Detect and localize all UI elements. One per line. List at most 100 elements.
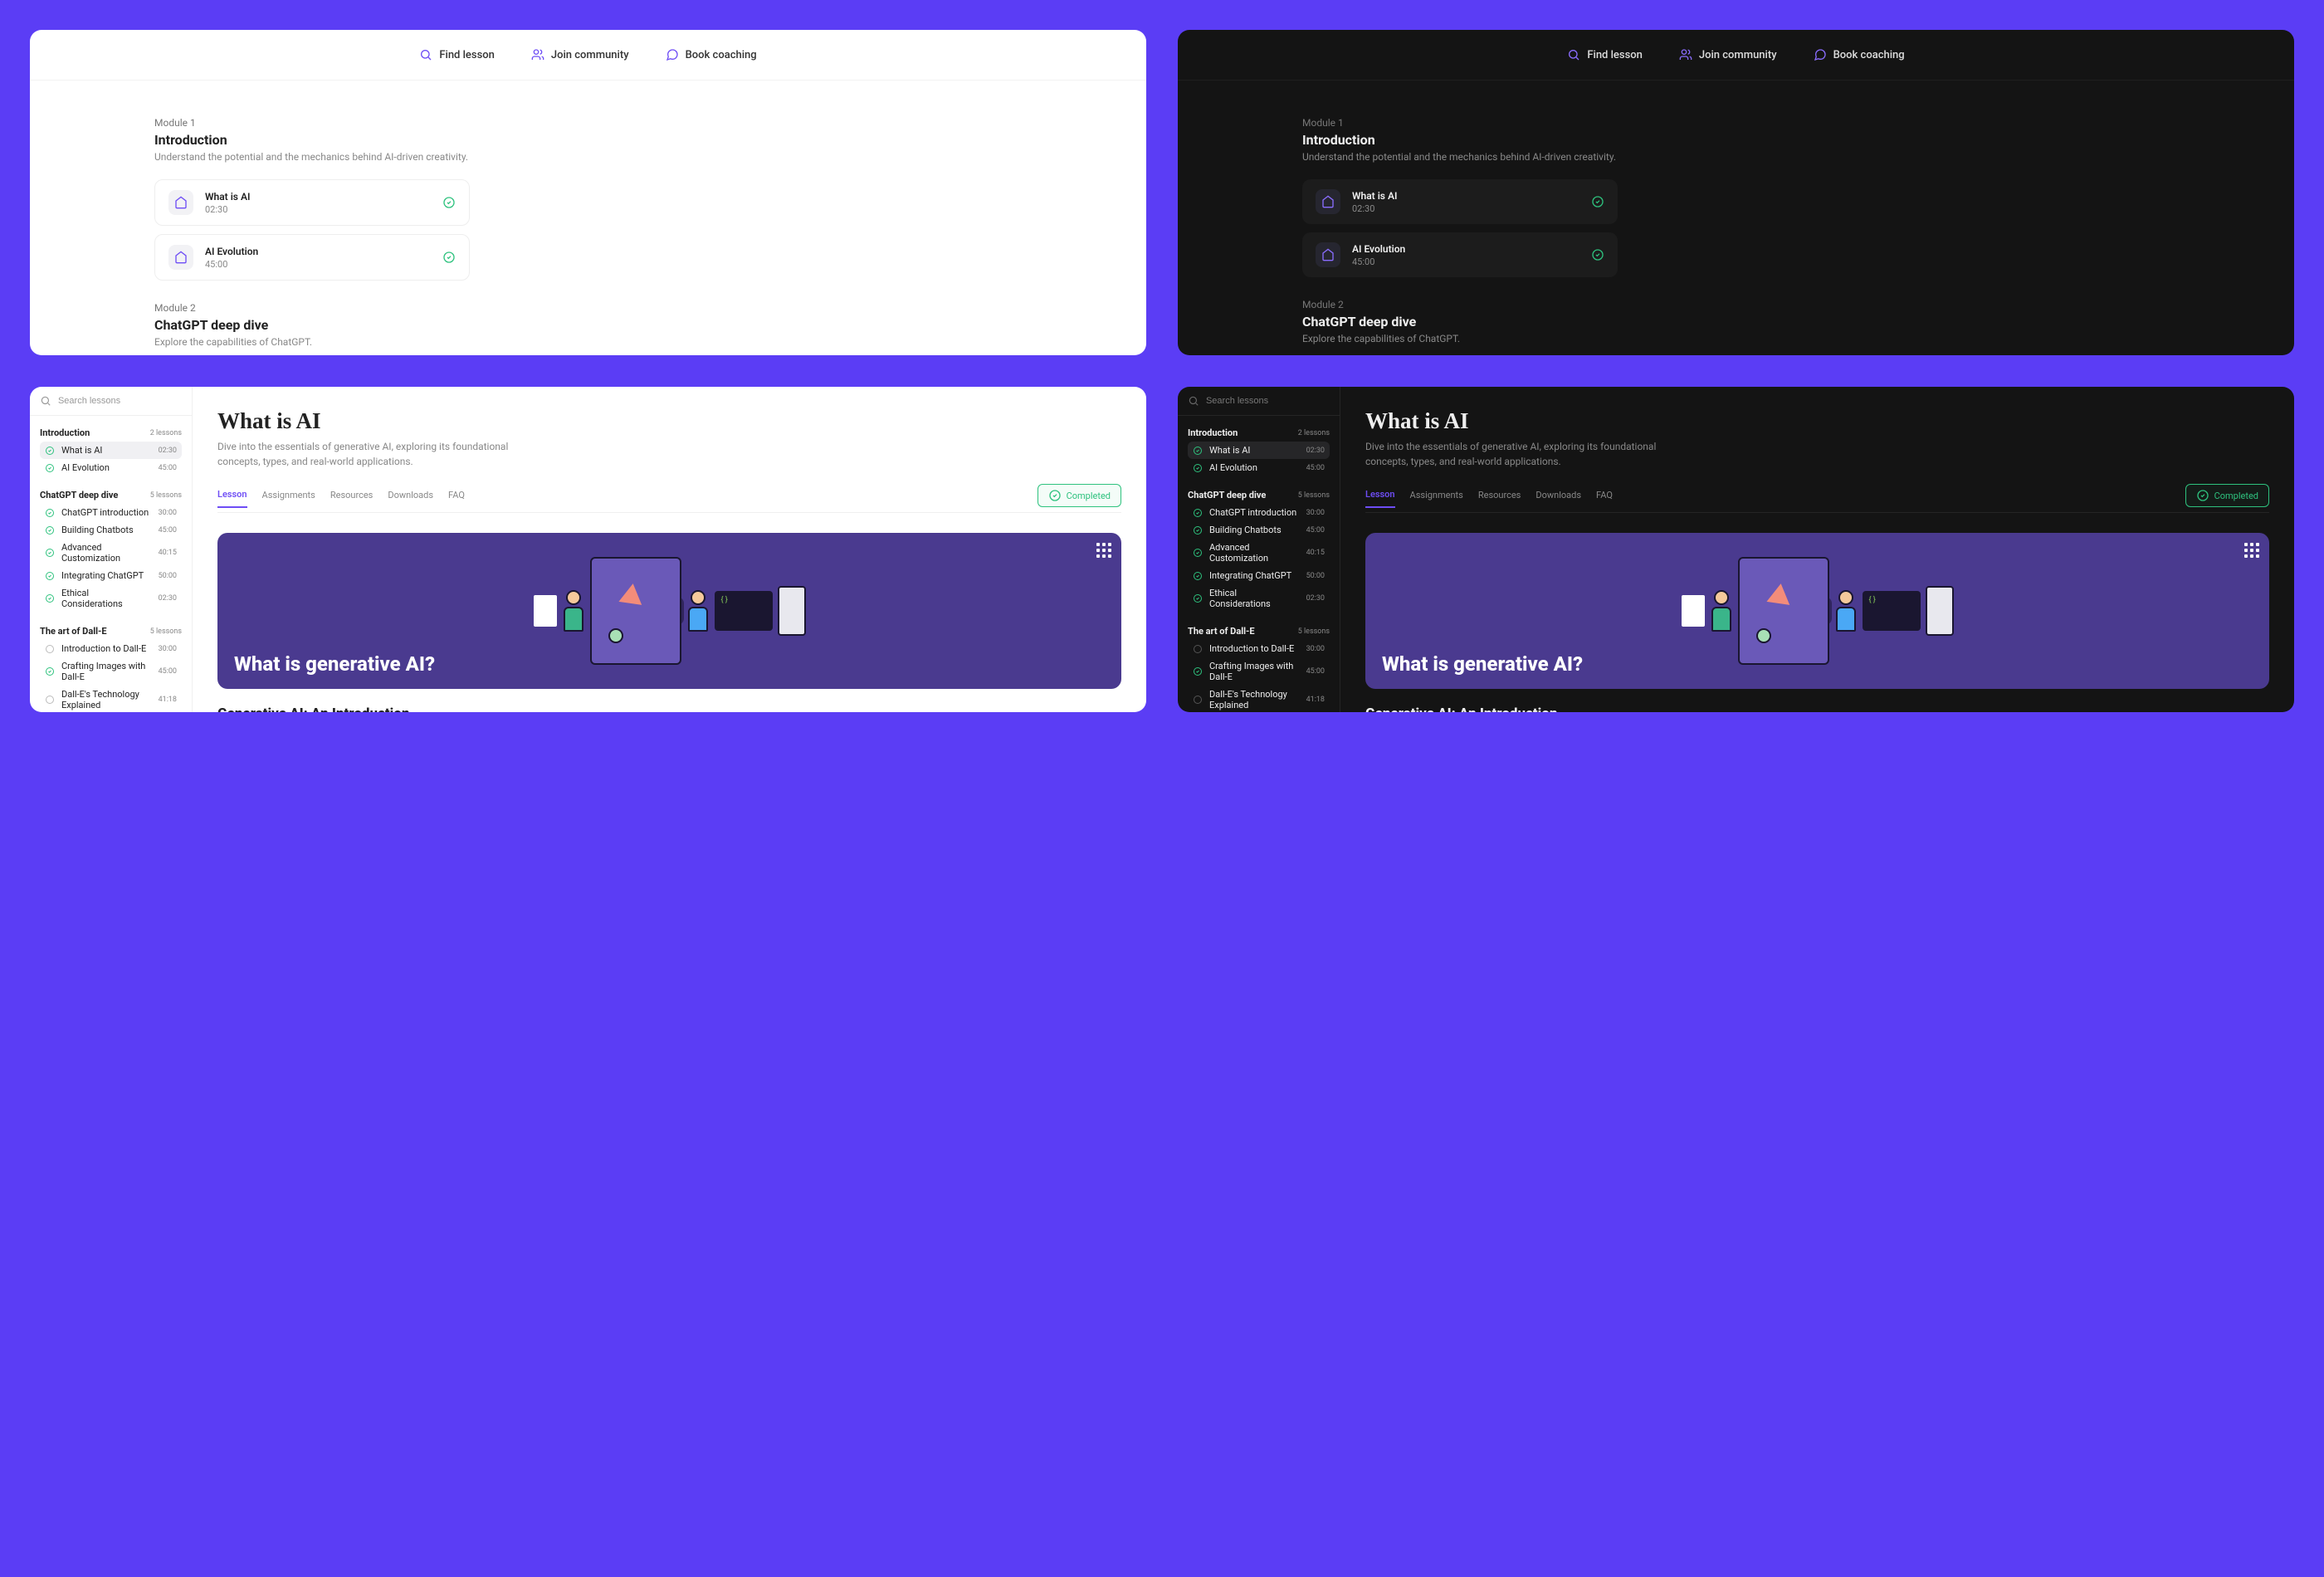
completed-button[interactable]: Completed bbox=[1038, 484, 1121, 507]
sidebar-item[interactable]: AI Evolution45:00 bbox=[1188, 459, 1330, 476]
video-player[interactable]: What is generative AI? bbox=[217, 533, 1121, 689]
sidebar-item[interactable]: Introduction to Dall-E30:00 bbox=[40, 640, 182, 657]
nav-book-coaching[interactable]: Book coaching bbox=[1814, 48, 1905, 61]
lesson-card[interactable]: AI Evolution 45:00 bbox=[1302, 232, 1618, 277]
sidebar-item-label: Dall-E's Technology Explained bbox=[1209, 689, 1300, 710]
sidebar-item[interactable]: Introduction to Dall-E30:00 bbox=[1188, 640, 1330, 657]
sidebar-item[interactable]: What is AI02:30 bbox=[40, 442, 182, 459]
tab-resources[interactable]: Resources bbox=[330, 490, 374, 507]
search-input[interactable] bbox=[58, 396, 182, 406]
tab-faq[interactable]: FAQ bbox=[1596, 490, 1613, 507]
nav-join-community[interactable]: Join community bbox=[531, 48, 629, 61]
sidebar-item[interactable]: What is AI02:30 bbox=[1188, 442, 1330, 459]
sidebar-item-label: ChatGPT introduction bbox=[1209, 507, 1296, 518]
check-circle-icon bbox=[45, 548, 55, 558]
check-circle-icon bbox=[1193, 463, 1203, 473]
tab-downloads[interactable]: Downloads bbox=[388, 490, 433, 507]
sidebar-item-duration: 02:30 bbox=[1306, 447, 1325, 455]
sidebar-item-label: Building Chatbots bbox=[61, 525, 134, 535]
module-title: ChatGPT deep dive bbox=[1302, 314, 2170, 330]
sidebar-item-label: What is AI bbox=[61, 445, 102, 456]
sidebar-section: ChatGPT deep dive5 lessonsChatGPT introd… bbox=[1178, 478, 1340, 614]
nav-label: Find lesson bbox=[439, 49, 495, 61]
sidebar-item[interactable]: Dall-E's Technology Explained41:18 bbox=[40, 686, 182, 712]
tab-assignments[interactable]: Assignments bbox=[1410, 490, 1463, 507]
grid-icon[interactable] bbox=[1096, 543, 1111, 558]
tab-resources[interactable]: Resources bbox=[1478, 490, 1521, 507]
sidebar-item-duration: 40:15 bbox=[159, 549, 177, 557]
check-circle-icon bbox=[1048, 489, 1062, 502]
lesson-card[interactable]: What is AI 02:30 bbox=[1302, 179, 1618, 224]
nav-join-community[interactable]: Join community bbox=[1679, 48, 1777, 61]
tabs: Lesson Assignments Resources Downloads F… bbox=[217, 484, 1121, 513]
check-circle-icon bbox=[1193, 525, 1203, 535]
grid-icon[interactable] bbox=[2244, 543, 2259, 558]
sidebar-section-title: Introduction bbox=[40, 427, 90, 438]
search-icon bbox=[1567, 48, 1580, 61]
lesson-name: What is AI bbox=[1352, 190, 1591, 202]
check-circle-icon bbox=[45, 446, 55, 456]
nav-label: Book coaching bbox=[686, 49, 757, 61]
module-title: ChatGPT deep dive bbox=[154, 317, 1022, 333]
sidebar-section-title: ChatGPT deep dive bbox=[40, 490, 118, 500]
sidebar-item[interactable]: Integrating ChatGPT50:00 bbox=[1188, 567, 1330, 584]
sidebar-item-duration: 02:30 bbox=[159, 594, 177, 603]
sidebar-item-duration: 30:00 bbox=[159, 509, 177, 517]
nav-book-coaching[interactable]: Book coaching bbox=[666, 48, 757, 61]
nav-label: Find lesson bbox=[1587, 49, 1643, 61]
sidebar-section-count: 2 lessons bbox=[150, 429, 182, 437]
sidebar-item-label: Introduction to Dall-E bbox=[1209, 643, 1294, 654]
sidebar-item-duration: 45:00 bbox=[159, 464, 177, 472]
sidebar-section: ChatGPT deep dive5 lessonsChatGPT introd… bbox=[30, 478, 192, 614]
tab-assignments[interactable]: Assignments bbox=[262, 490, 315, 507]
search-input[interactable] bbox=[1206, 396, 1330, 406]
page-title: What is AI bbox=[217, 408, 1121, 434]
sidebar-item-label: Ethical Considerations bbox=[61, 588, 152, 609]
tab-lesson[interactable]: Lesson bbox=[1365, 489, 1395, 508]
sidebar-item[interactable]: ChatGPT introduction 30:00 bbox=[40, 504, 182, 521]
circle-icon bbox=[1193, 695, 1203, 705]
sidebar-item[interactable]: Dall-E's Technology Explained41:18 bbox=[1188, 686, 1330, 712]
sidebar-item[interactable]: ChatGPT introduction30:00 bbox=[1188, 504, 1330, 521]
sidebar-item[interactable]: Crafting Images with Dall-E45:00 bbox=[40, 657, 182, 686]
check-circle-icon bbox=[1193, 666, 1203, 676]
sidebar-item[interactable]: AI Evolution45:00 bbox=[40, 459, 182, 476]
sidebar-item-label: Integrating ChatGPT bbox=[61, 570, 144, 581]
tab-faq[interactable]: FAQ bbox=[448, 490, 465, 507]
sidebar-item-label: ChatGPT introduction bbox=[61, 507, 149, 518]
lesson-card[interactable]: What is AI 02:30 bbox=[154, 179, 470, 226]
tab-downloads[interactable]: Downloads bbox=[1536, 490, 1581, 507]
chat-icon bbox=[666, 48, 679, 61]
lesson-card[interactable]: AI Evolution 45:00 bbox=[154, 234, 470, 281]
check-circle-icon bbox=[45, 571, 55, 581]
module-label: Module 1 bbox=[154, 117, 1022, 129]
sidebar-item[interactable]: Advanced Customization40:15 bbox=[1188, 539, 1330, 567]
sidebar-item[interactable]: Ethical Considerations 02:30 bbox=[40, 584, 182, 613]
check-circle-icon bbox=[45, 593, 55, 603]
sidebar-item[interactable]: Ethical Considerations02:30 bbox=[1188, 584, 1330, 613]
check-circle-icon bbox=[1591, 195, 1604, 208]
check-circle-icon bbox=[45, 666, 55, 676]
lesson-time: 02:30 bbox=[1352, 203, 1591, 214]
sidebar-item[interactable]: Building Chatbots45:00 bbox=[40, 521, 182, 539]
nav-find-lesson[interactable]: Find lesson bbox=[1567, 48, 1643, 61]
nav-find-lesson[interactable]: Find lesson bbox=[419, 48, 495, 61]
sidebar-section-title: ChatGPT deep dive bbox=[1188, 490, 1266, 500]
sidebar-item-duration: 02:30 bbox=[1306, 594, 1325, 603]
sidebar-section: The art of Dall-E5 lessonsIntroduction t… bbox=[30, 614, 192, 712]
search-input-wrap[interactable] bbox=[1178, 387, 1340, 416]
tab-lesson[interactable]: Lesson bbox=[217, 489, 247, 508]
sidebar-item[interactable]: Advanced Customization40:15 bbox=[40, 539, 182, 567]
sidebar-item[interactable]: Integrating ChatGPT50:00 bbox=[40, 567, 182, 584]
sidebar-section-count: 5 lessons bbox=[1298, 491, 1330, 500]
search-input-wrap[interactable] bbox=[30, 387, 192, 416]
circle-icon bbox=[45, 695, 55, 705]
completed-button[interactable]: Completed bbox=[2185, 484, 2269, 507]
module-desc: Explore the capabilities of ChatGPT. bbox=[1302, 333, 2170, 344]
sidebar-item[interactable]: Crafting Images with Dall-E45:00 bbox=[1188, 657, 1330, 686]
search-icon bbox=[1188, 394, 1199, 408]
page-subtitle: Dive into the essentials of generative A… bbox=[1365, 439, 1681, 469]
sidebar-section-count: 5 lessons bbox=[150, 491, 182, 500]
sidebar-item[interactable]: Building Chatbots45:00 bbox=[1188, 521, 1330, 539]
video-player[interactable]: What is generative AI? bbox=[1365, 533, 2269, 689]
